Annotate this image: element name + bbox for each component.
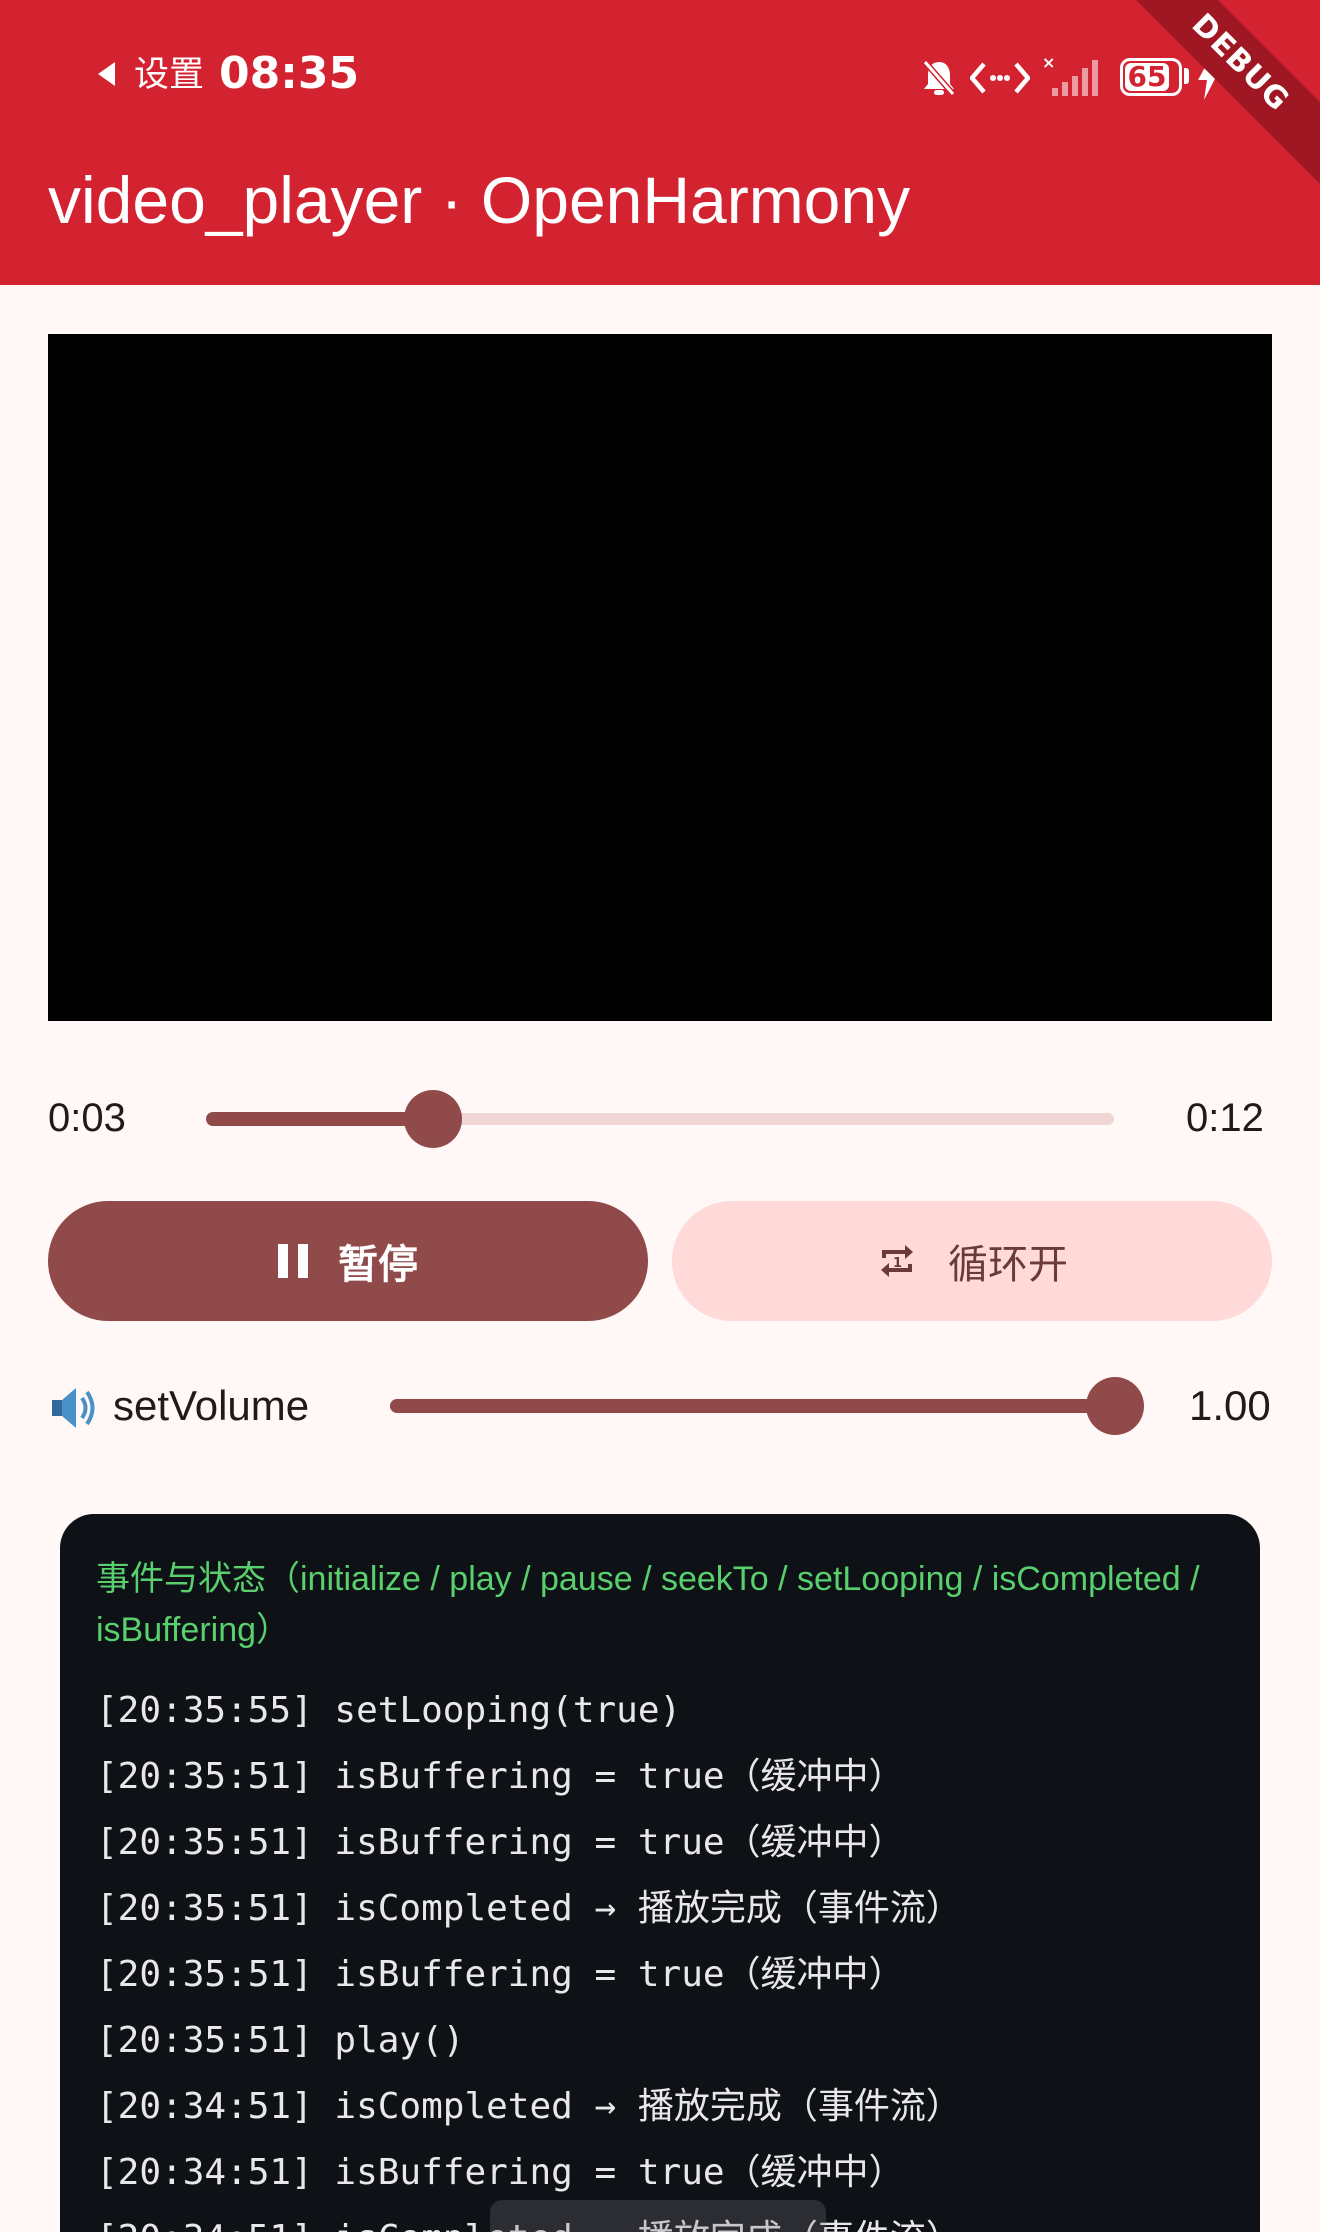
event-log-list: [20:35:55] setLooping(true) [20:35:51] i… — [96, 1678, 1224, 2232]
svg-text:×: × — [1042, 54, 1055, 72]
speaker-volume-icon — [52, 1388, 95, 1428]
log-line: [20:35:51] isBuffering = true（缓冲中） — [96, 1756, 905, 1797]
volume-value: 1.00 — [1189, 1382, 1271, 1429]
status-icons: × 65 — [920, 50, 1240, 106]
log-line: [20:34:51] isCompleted → 播放完成（事件流） — [96, 2086, 962, 2127]
page-title: video_player · OpenHarmony — [48, 163, 911, 237]
volume-slider[interactable] — [390, 1377, 1144, 1435]
battery-tip — [1184, 68, 1189, 84]
log-line: [20:34:51] isBuffering = true（缓冲中） — [96, 2152, 905, 2193]
volume-thumb[interactable] — [1086, 1377, 1144, 1435]
pause-button-label: 暂停 — [338, 1242, 418, 1288]
progress-slider[interactable] — [206, 1090, 1114, 1148]
back-arrow-icon[interactable] — [98, 62, 115, 86]
volume-active-track — [390, 1399, 1115, 1413]
battery-icon: 65 — [1120, 58, 1182, 96]
volume-label: setVolume — [113, 1382, 310, 1429]
log-line: [20:35:51] isBuffering = true（缓冲中） — [96, 1954, 905, 1995]
event-log-header: 事件与状态（initialize / play / pause / seekTo… — [96, 1560, 1200, 1649]
pause-icon — [278, 1244, 308, 1278]
progress-thumb[interactable] — [404, 1090, 462, 1148]
status-bar: 设置 08:35 × 65 — [0, 0, 1320, 150]
log-line: [20:35:51] isBuffering = true（缓冲中） — [96, 1822, 905, 1863]
pause-button[interactable]: 暂停 — [48, 1201, 648, 1321]
app-bar: 设置 08:35 × 65 DEBUG video_player · OpenH… — [0, 0, 1320, 285]
battery-level: 65 — [1127, 60, 1167, 93]
event-log-panel[interactable]: 事件与状态（initialize / play / pause / seekTo… — [60, 1514, 1260, 2232]
bell-off-icon — [922, 60, 956, 96]
signal-off-icon: × — [1042, 54, 1098, 96]
video-surface[interactable] — [48, 334, 1272, 1021]
loop-button-label: 循环开 — [948, 1242, 1068, 1288]
repeat-one-icon: 1 — [881, 1245, 913, 1277]
status-back-label[interactable]: 设置 — [134, 52, 204, 98]
log-line: [20:35:51] isCompleted → 播放完成（事件流） — [96, 1888, 962, 1929]
status-time: 08:35 — [219, 48, 360, 99]
svg-text:1: 1 — [893, 1256, 902, 1271]
position-label: 0:03 — [48, 1096, 126, 1140]
log-line: [20:35:51] play() — [96, 2020, 465, 2061]
data-transfer-icon — [970, 62, 1030, 94]
progress-active-track — [206, 1112, 433, 1126]
log-line: [20:35:55] setLooping(true) — [96, 1690, 682, 1731]
loop-button[interactable]: 1 循环开 — [672, 1201, 1272, 1321]
duration-label: 0:12 — [1186, 1096, 1264, 1140]
scroll-overlay — [490, 2200, 826, 2232]
